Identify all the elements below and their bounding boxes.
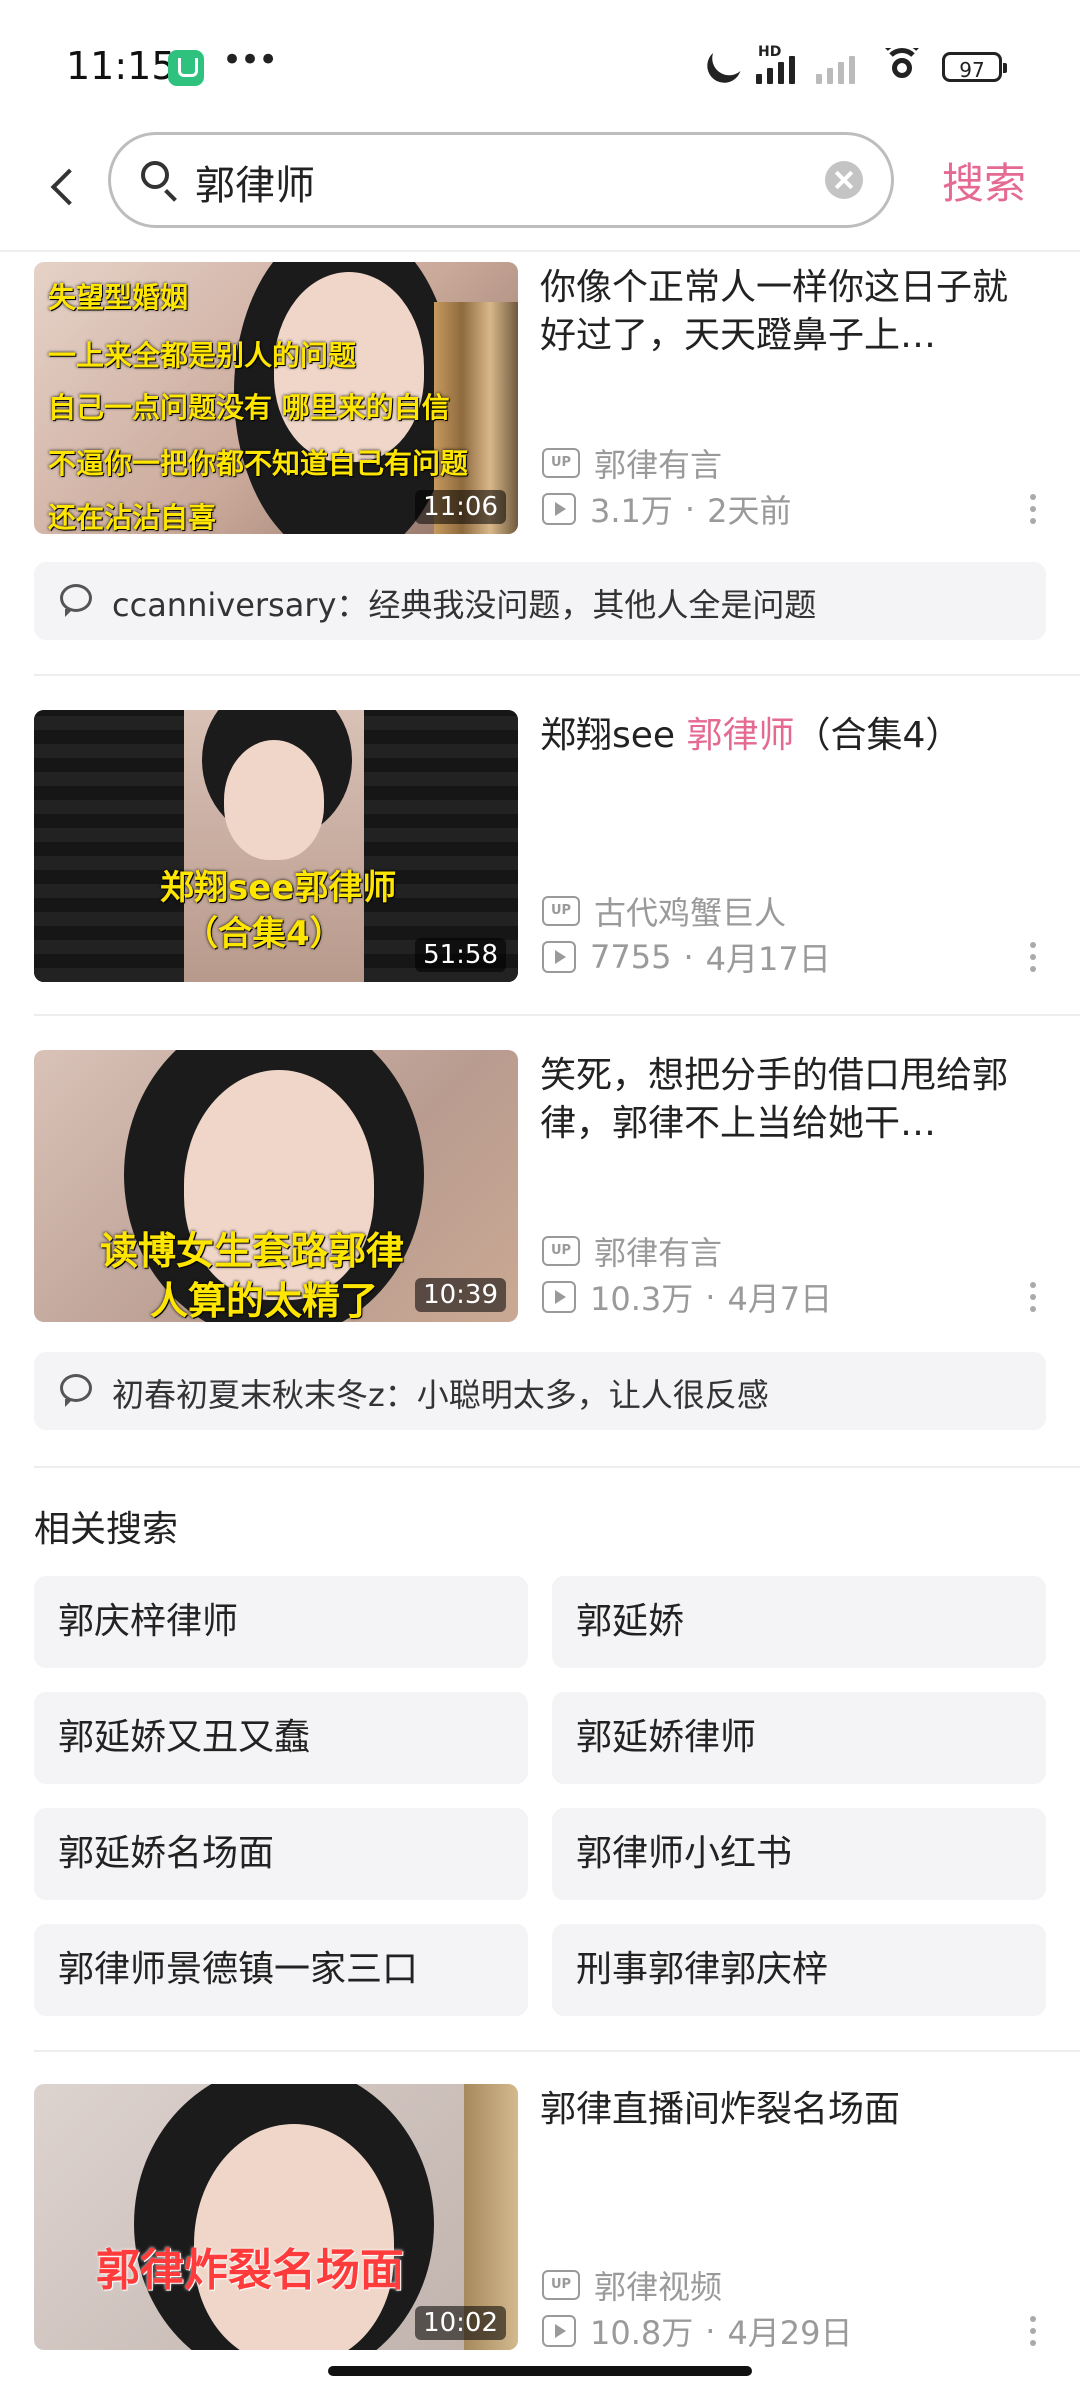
video-stats-row: 3.1万 · 2天前	[542, 486, 791, 532]
search-box[interactable]: 郭律师	[108, 132, 894, 228]
video-title[interactable]: 郭律直播间炸裂名场面	[540, 2086, 1020, 2134]
signal-icon-2	[816, 48, 862, 84]
separator: ·	[683, 938, 694, 976]
video-thumbnail[interactable]: 郭律炸裂名场面 10:02	[34, 2084, 518, 2350]
more-notifications-icon: •••	[222, 40, 278, 80]
related-searches-title: 相关搜索	[34, 1509, 179, 1550]
top-comment[interactable]: ccanniversary：经典我没问题，其他人全是问题	[34, 562, 1046, 640]
video-duration: 51:58	[415, 938, 506, 972]
related-search-item[interactable]: 郭延娇名场面	[34, 1808, 528, 1900]
up-icon: UP	[542, 448, 580, 478]
video-title[interactable]: 郑翔see 郭律师（合集4）	[540, 712, 1020, 760]
top-comment[interactable]: 初春初夏末秋末冬z：小聪明太多，让人很反感	[34, 1352, 1046, 1430]
comment-icon	[60, 1374, 92, 1407]
more-icon[interactable]	[1030, 942, 1038, 978]
video-date: 2天前	[707, 492, 792, 530]
related-search-item[interactable]: 刑事郭律郭庆梓	[552, 1924, 1046, 2016]
video-thumbnail[interactable]: 读博女生套路郭律 人算的太精了 10:39	[34, 1050, 518, 1322]
video-uploader[interactable]: 古代鸡蟹巨人	[594, 888, 786, 934]
comment-text: 初春初夏末秋末冬z：小聪明太多，让人很反感	[112, 1376, 769, 1414]
title-suffix: （合集4）	[794, 715, 962, 756]
related-search-item[interactable]: 郭延娇又丑又蠢	[34, 1692, 528, 1784]
header-divider	[0, 250, 1080, 252]
wifi-icon	[880, 48, 924, 82]
thumb-caption: 自己一点问题没有 哪里来的自信	[48, 391, 450, 424]
thumb-caption: 人算的太精了	[150, 1279, 379, 1322]
thumb-caption: （合集4）	[184, 914, 344, 954]
search-input[interactable]: 郭律师	[195, 153, 315, 211]
status-bar: 11:15 ••• HD 97	[0, 0, 1080, 130]
play-icon	[542, 493, 576, 525]
video-date: 4月7日	[727, 1280, 833, 1318]
related-search-item[interactable]: 郭律师景德镇一家三口	[34, 1924, 528, 2016]
video-uploader-row[interactable]: UP 郭律有言	[542, 440, 722, 486]
up-icon: UP	[542, 2270, 580, 2300]
divider	[34, 1466, 1080, 1468]
video-stats-row: 10.3万 · 4月7日	[542, 1274, 832, 1320]
related-search-item[interactable]: 郭律师小红书	[552, 1808, 1046, 1900]
divider	[34, 674, 1080, 676]
up-icon: UP	[542, 1236, 580, 1266]
video-thumbnail[interactable]: 郑翔see郭律师 （合集4） 51:58	[34, 710, 518, 982]
more-icon[interactable]	[1030, 1282, 1038, 1318]
home-indicator[interactable]	[328, 2366, 752, 2376]
separator: ·	[684, 490, 696, 528]
title-highlight: 郭律师	[686, 715, 795, 756]
related-search-item[interactable]: 郭延娇律师	[552, 1692, 1046, 1784]
clear-icon[interactable]	[825, 161, 863, 199]
video-uploader-row[interactable]: UP 古代鸡蟹巨人	[542, 888, 786, 934]
divider	[34, 2050, 1080, 2052]
video-date: 4月29日	[727, 2314, 853, 2352]
video-uploader-row[interactable]: UP 郭律有言	[542, 1228, 722, 1274]
video-thumbnail[interactable]: 失望型婚姻 一上来全都是别人的问题 自己一点问题没有 哪里来的自信 不逼你一把你…	[34, 262, 518, 534]
video-uploader[interactable]: 郭律有言	[594, 440, 722, 486]
comment-text: ccanniversary：经典我没问题，其他人全是问题	[112, 586, 817, 624]
video-duration: 11:06	[415, 490, 506, 524]
do-not-disturb-icon	[706, 35, 752, 81]
video-uploader[interactable]: 郭律视频	[594, 2262, 722, 2308]
thumb-caption: 郭律炸裂名场面	[96, 2245, 404, 2296]
search-icon	[141, 161, 169, 189]
search-header: 郭律师 搜索	[0, 130, 1080, 250]
play-icon	[542, 1281, 576, 1313]
video-stats-row: 10.8万 · 4月29日	[542, 2308, 853, 2354]
video-date: 4月17日	[705, 940, 831, 978]
status-time: 11:15	[66, 44, 176, 88]
title-prefix: 郑翔see	[540, 715, 687, 756]
video-duration: 10:02	[415, 2306, 506, 2340]
app-notification-icon	[168, 50, 204, 86]
video-uploader[interactable]: 郭律有言	[594, 1228, 722, 1274]
video-stats-row: 7755 · 4月17日	[542, 934, 831, 980]
play-icon	[542, 941, 576, 973]
video-views: 10.8万	[590, 2314, 694, 2352]
video-views: 3.1万	[590, 492, 673, 530]
separator: ·	[705, 1278, 716, 1316]
play-icon	[542, 2315, 576, 2347]
thumb-caption: 读博女生套路郭律	[100, 1229, 405, 1273]
more-icon[interactable]	[1030, 494, 1038, 530]
thumb-caption: 一上来全都是别人的问题	[48, 339, 357, 372]
video-views: 10.3万	[590, 1280, 694, 1318]
thumb-caption: 还在沾沾自喜	[48, 501, 217, 534]
related-search-item[interactable]: 郭延娇	[552, 1576, 1046, 1668]
search-button[interactable]: 搜索	[942, 150, 1026, 211]
video-duration: 10:39	[415, 1278, 506, 1312]
signal-icon	[756, 48, 802, 84]
comment-icon	[60, 584, 92, 617]
thumb-caption: 失望型婚姻	[48, 281, 189, 314]
video-title[interactable]: 你像个正常人一样你这日子就好过了，天天蹬鼻子上…	[540, 264, 1020, 360]
back-icon[interactable]	[38, 154, 88, 214]
thumb-caption: 不逼你一把你都不知道自己有问题	[48, 447, 469, 480]
separator: ·	[705, 2312, 716, 2350]
video-title[interactable]: 笑死，想把分手的借口甩给郭律，郭律不上当给她干…	[540, 1052, 1020, 1148]
battery-icon: 97	[942, 52, 1007, 82]
more-icon[interactable]	[1030, 2316, 1038, 2352]
up-icon: UP	[542, 896, 580, 926]
thumb-caption: 郑翔see郭律师	[160, 868, 397, 908]
related-search-item[interactable]: 郭庆梓律师	[34, 1576, 528, 1668]
video-uploader-row[interactable]: UP 郭律视频	[542, 2262, 722, 2308]
divider	[34, 1014, 1080, 1016]
video-views: 7755	[590, 938, 672, 976]
